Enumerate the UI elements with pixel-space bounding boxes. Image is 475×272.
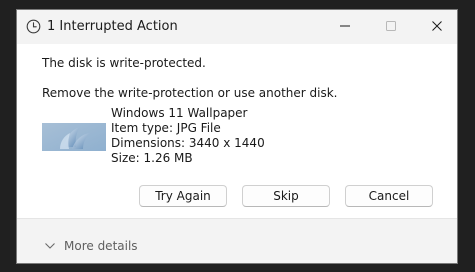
instruction-message: Remove the write-protection or use anoth… [42, 86, 338, 100]
file-dimensions: Dimensions: 3440 x 1440 [111, 136, 265, 150]
maximize-button [368, 10, 414, 42]
more-details-toggle[interactable]: More details [45, 239, 138, 253]
minimize-button[interactable] [322, 10, 368, 42]
cancel-button[interactable]: Cancel [345, 185, 433, 207]
error-message: The disk is write-protected. [42, 56, 206, 70]
close-button[interactable] [414, 10, 457, 42]
maximize-icon [386, 21, 396, 31]
wallpaper-thumbnail-image [42, 123, 106, 151]
file-thumbnail [42, 123, 106, 151]
interrupted-action-dialog: 1 Interrupted Action The disk is write-p… [16, 9, 458, 264]
title-bar[interactable]: 1 Interrupted Action [17, 10, 457, 44]
dialog-title: 1 Interrupted Action [47, 19, 178, 34]
more-details-label: More details [64, 239, 138, 253]
try-again-button[interactable]: Try Again [139, 185, 227, 207]
close-icon [432, 21, 442, 31]
chevron-down-icon [45, 243, 55, 249]
dialog-content: The disk is write-protected. Remove the … [17, 44, 457, 218]
file-size: Size: 1.26 MB [111, 151, 193, 165]
file-name: Windows 11 Wallpaper [111, 106, 248, 120]
skip-button[interactable]: Skip [242, 185, 330, 207]
file-type: Item type: JPG File [111, 121, 221, 135]
file-details: Windows 11 Wallpaper Item type: JPG File… [111, 106, 265, 166]
dialog-footer: More details [17, 218, 457, 263]
clock-icon [26, 19, 41, 34]
minimize-icon [340, 25, 350, 27]
